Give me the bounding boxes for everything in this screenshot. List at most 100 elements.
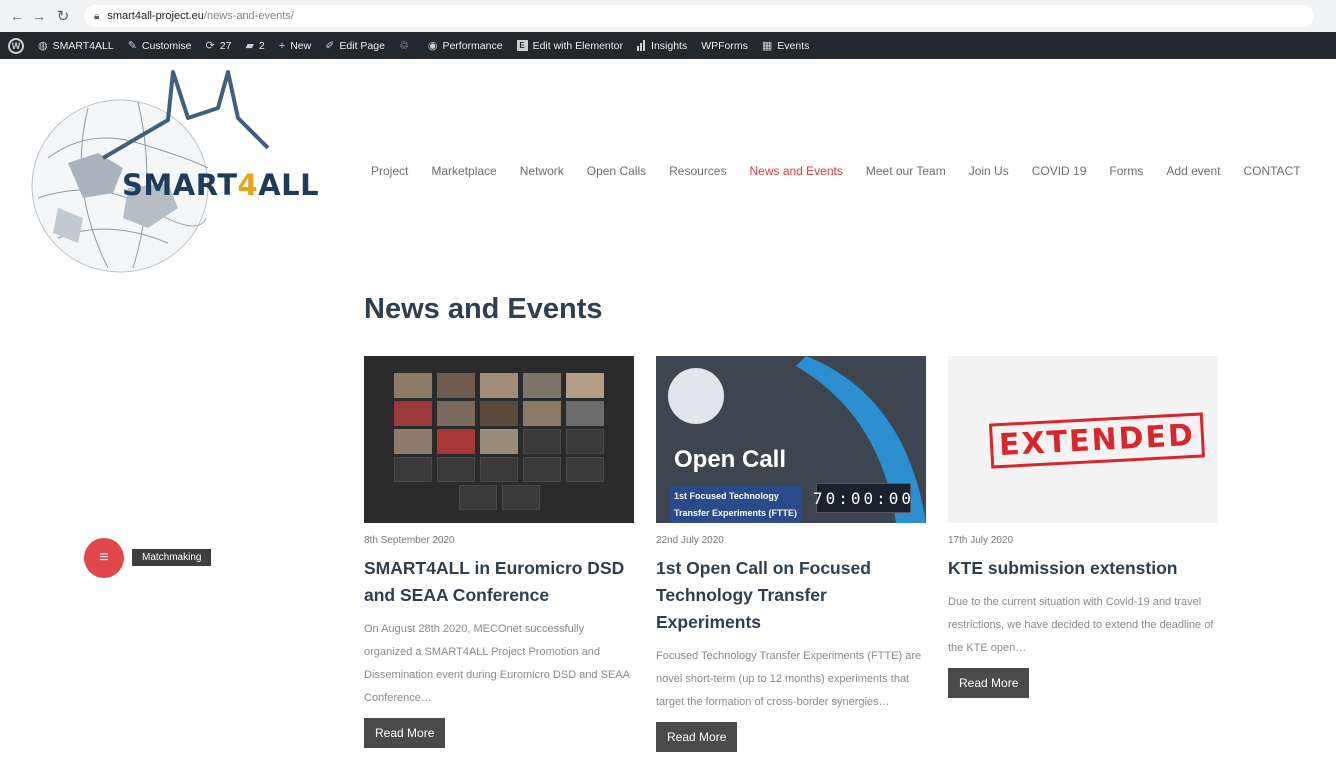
- post-image-open-call[interactable]: Open Call 1st Focused Technology Transfer…: [656, 356, 926, 523]
- video-tile: [394, 429, 432, 454]
- forward-arrow-icon[interactable]: →: [28, 8, 50, 24]
- video-tile: [394, 457, 432, 482]
- video-tile: [523, 429, 561, 454]
- post-card: 8th September 2020 SMART4ALL in Euromicr…: [364, 356, 634, 748]
- post-title[interactable]: SMART4ALL in Euromicro DSD and SEAA Conf…: [364, 555, 634, 609]
- url-path: /news-and-events/: [203, 10, 294, 22]
- video-tile: [480, 401, 518, 426]
- nav-item-contact[interactable]: CONTACT: [1243, 164, 1300, 178]
- matchmaking-button[interactable]: ≡: [84, 538, 124, 578]
- site-logo[interactable]: SMART4ALL: [28, 68, 319, 278]
- video-tile: [523, 457, 561, 482]
- adminbar-comments[interactable]: ▰ 2: [245, 39, 264, 53]
- nav-item-join-us[interactable]: Join Us: [969, 164, 1009, 178]
- adminbar-events-label: Events: [777, 39, 810, 52]
- address-bar[interactable]: 🔒︎ smart4all-project.eu /news-and-events…: [84, 5, 1314, 27]
- adminbar-edit-page[interactable]: ✐ Edit Page: [325, 39, 385, 53]
- nav-item-open-calls[interactable]: Open Calls: [587, 164, 646, 178]
- cache-icon: ♲: [398, 40, 409, 52]
- adminbar-cache[interactable]: ♲: [399, 39, 414, 52]
- browser-toolbar: ← → ↻ 🔒︎ smart4all-project.eu /news-and-…: [0, 0, 1336, 32]
- post-card: EXTENDED 17th July 2020 KTE submission e…: [948, 356, 1218, 698]
- post-date: 17th July 2020: [948, 535, 1014, 546]
- insights-bars-icon: [637, 40, 646, 51]
- adminbar-performance[interactable]: ◉ Performance: [428, 39, 503, 53]
- nav-item-project[interactable]: Project: [371, 164, 408, 178]
- read-more-button[interactable]: Read More: [364, 718, 446, 748]
- adminbar-insights-label: Insights: [651, 39, 688, 52]
- url-host: smart4all-project.eu: [107, 10, 204, 22]
- main-navigation: Project Marketplace Network Open Calls R…: [371, 164, 1301, 178]
- adminbar-updates[interactable]: ⟳ 27: [205, 39, 232, 53]
- read-more-button[interactable]: Read More: [656, 722, 738, 752]
- page-title: News and Events: [364, 293, 603, 325]
- post-date: 8th September 2020: [364, 535, 455, 546]
- extended-stamp: EXTENDED: [988, 412, 1206, 469]
- post-date: 22nd July 2020: [656, 535, 724, 546]
- calendar-icon: ▦: [761, 40, 773, 52]
- countdown-counter: 70:00:00: [813, 483, 911, 513]
- lock-icon: 🔒︎: [94, 10, 100, 22]
- logo-wordmark: SMART4ALL: [122, 168, 320, 202]
- video-tile: [437, 373, 475, 398]
- brush-icon: ✎: [127, 40, 137, 52]
- video-tile: [394, 373, 432, 398]
- video-tile: [502, 485, 540, 510]
- adminbar-new[interactable]: + New: [279, 40, 311, 52]
- post-image-extended[interactable]: EXTENDED: [948, 356, 1218, 523]
- video-tile: [459, 485, 497, 510]
- nav-item-news-and-events[interactable]: News and Events: [749, 164, 842, 178]
- adminbar-new-label: New: [290, 39, 312, 52]
- elementor-icon: E: [516, 40, 528, 51]
- video-tile: [480, 429, 518, 454]
- nav-item-marketplace[interactable]: Marketplace: [431, 164, 496, 178]
- nav-item-resources[interactable]: Resources: [669, 164, 726, 178]
- back-arrow-icon[interactable]: ←: [6, 8, 28, 24]
- matchmaking-label[interactable]: Matchmaking: [132, 549, 212, 566]
- pencil-icon: ✐: [325, 40, 335, 52]
- video-tile: [437, 401, 475, 426]
- adminbar-site-label: SMART4ALL: [52, 39, 114, 52]
- wordpress-icon[interactable]: W: [8, 37, 24, 54]
- video-tile: [394, 401, 432, 426]
- reload-icon[interactable]: ↻: [52, 7, 74, 25]
- read-more-button[interactable]: Read More: [948, 668, 1030, 698]
- video-tile: [480, 457, 518, 482]
- video-tile: [566, 401, 604, 426]
- adminbar-site-name[interactable]: ◍ SMART4ALL: [38, 39, 114, 53]
- adminbar-updates-count: 27: [219, 39, 232, 52]
- adminbar-edit-page-label: Edit Page: [339, 39, 385, 52]
- adminbar-customise[interactable]: ✎ Customise: [127, 39, 192, 53]
- video-tile: [480, 373, 518, 398]
- nav-item-add-event[interactable]: Add event: [1166, 164, 1220, 178]
- adminbar-wpforms[interactable]: WPForms: [701, 40, 748, 52]
- open-call-image-subtitle: 1st Focused Technology Transfer Experimen…: [670, 486, 802, 523]
- adminbar-customise-label: Customise: [141, 39, 192, 52]
- post-title[interactable]: KTE submission extenstion: [948, 555, 1218, 582]
- post-excerpt: On August 28th 2020, MECOnet successfull…: [364, 623, 630, 704]
- adminbar-insights[interactable]: Insights: [637, 40, 687, 52]
- adminbar-wpforms-label: WPForms: [701, 39, 748, 52]
- video-tile: [566, 457, 604, 482]
- adminbar-elementor-label: Edit with Elementor: [532, 39, 624, 52]
- dashboard-icon: ◍: [38, 40, 48, 52]
- wp-admin-bar: W ◍ SMART4ALL ✎ Customise ⟳ 27 ▰ 2 + New…: [0, 32, 1336, 59]
- adminbar-elementor[interactable]: E Edit with Elementor: [516, 39, 624, 52]
- nav-item-covid-19[interactable]: COVID 19: [1032, 164, 1087, 178]
- post-excerpt: Due to the current situation with Covid-…: [948, 596, 1214, 654]
- nav-item-network[interactable]: Network: [520, 164, 564, 178]
- nav-item-meet-our-team[interactable]: Meet our Team: [866, 164, 946, 178]
- menu-icon: ≡: [99, 549, 109, 566]
- nav-item-forms[interactable]: Forms: [1109, 164, 1143, 178]
- post-image-video-call[interactable]: [364, 356, 634, 523]
- video-tile: [566, 373, 604, 398]
- video-tile: [437, 457, 475, 482]
- updates-icon: ⟳: [205, 40, 215, 52]
- adminbar-events[interactable]: ▦ Events: [761, 39, 810, 53]
- open-call-image-title: Open Call: [674, 446, 787, 473]
- post-title[interactable]: 1st Open Call on Focused Technology Tran…: [656, 555, 926, 636]
- video-tile: [523, 373, 561, 398]
- video-tile: [566, 429, 604, 454]
- plus-icon: +: [278, 39, 286, 52]
- post-card: Open Call 1st Focused Technology Transfer…: [656, 356, 926, 752]
